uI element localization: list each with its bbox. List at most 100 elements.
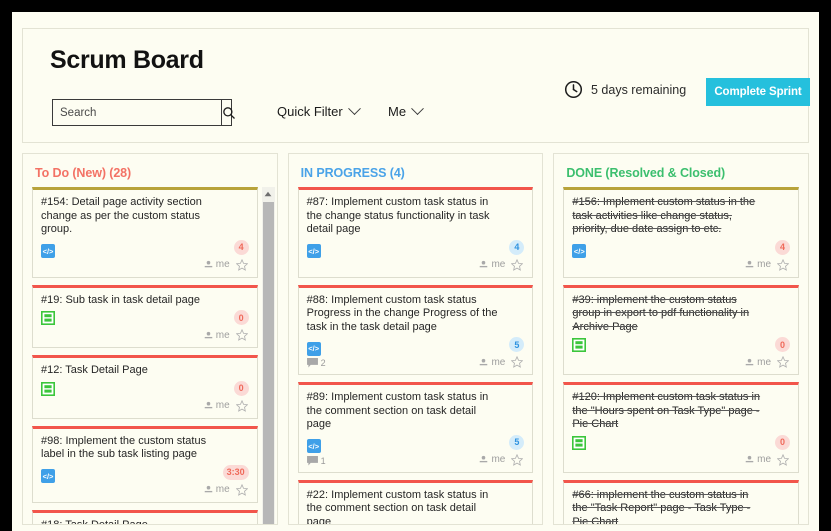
star-icon[interactable]	[235, 483, 248, 496]
subtask-icon	[572, 338, 587, 352]
task-points-badge: 0	[775, 337, 791, 352]
code-task-icon: </>	[306, 341, 321, 356]
assignee[interactable]: me	[204, 330, 230, 341]
star-icon[interactable]	[235, 258, 248, 271]
subtask-icon	[572, 435, 587, 450]
assignee-name: me	[215, 484, 230, 495]
task-card-footer-right: me	[745, 453, 790, 466]
task-points-badge: 0	[233, 380, 249, 396]
task-card-title: #39: implement the custom status group i…	[572, 293, 750, 333]
column-scrollbar[interactable]	[261, 187, 275, 524]
task-card[interactable]: #88: Implement custom task status Progre…	[297, 284, 534, 375]
column-title: IN PROGRESS (4)	[300, 166, 405, 180]
task-card-title: #98: Implement the custom status label i…	[41, 434, 207, 461]
assignee[interactable]: me	[745, 357, 771, 368]
task-card-footer-right: me	[479, 453, 524, 466]
task-card-meta: </> 4	[306, 239, 525, 259]
star-icon[interactable]	[777, 258, 790, 271]
board-column-inprogress: IN PROGRESS (4) #87: Implement custom tas…	[287, 153, 544, 525]
task-card-title: #19: Sub task in task detail page	[41, 293, 200, 306]
assignee[interactable]: me	[479, 454, 505, 465]
task-card-footer-right: me	[479, 258, 524, 271]
me-filter-label: Me	[388, 104, 407, 119]
quick-filter-dropdown[interactable]: Quick Filter	[277, 102, 361, 119]
task-card-meta: </> 4	[41, 239, 249, 259]
assignee[interactable]: me	[479, 357, 505, 368]
comment-count: 1	[320, 455, 326, 466]
task-card[interactable]: #98: Implement the custom status label i…	[32, 425, 258, 503]
task-card[interactable]: #87: Implement custom task status in the…	[297, 187, 534, 278]
task-card[interactable]: #154: Detail page activity section chang…	[32, 187, 258, 278]
search-input[interactable]	[53, 100, 221, 125]
task-points-badge: 5	[509, 434, 525, 450]
search-icon	[223, 106, 235, 119]
task-card[interactable]: #18: Task Detail Page0me	[32, 509, 258, 525]
star-icon[interactable]	[511, 258, 524, 271]
task-card[interactable]: #12: Task Detail Page 0 me	[32, 355, 258, 419]
task-card-footer-right: me	[745, 356, 790, 368]
column-card-list: #154: Detail page activity section chang…	[23, 187, 277, 524]
task-card-footer: me	[572, 258, 790, 274]
task-card-meta: 0	[41, 380, 249, 399]
task-card-meta: </> 5	[306, 337, 525, 356]
task-card-title: #18: Task Detail Page	[41, 519, 249, 525]
task-card[interactable]: #39: implement the custom status group i…	[563, 284, 800, 375]
board-column-todo: To Do (New) (28) #154: Detail page activi…	[22, 153, 278, 525]
task-card[interactable]: #19: Sub task in task detail page 0 me	[32, 284, 258, 348]
task-card[interactable]: #22: Implement custom task status in the…	[297, 479, 534, 524]
column-card-list: #87: Implement custom task status in the…	[289, 187, 543, 524]
task-card-meta: 0	[572, 337, 791, 355]
star-icon[interactable]	[777, 356, 790, 368]
assignee-name: me	[215, 400, 230, 411]
assignee[interactable]: me	[479, 259, 505, 270]
complete-sprint-button[interactable]: Complete Sprint	[706, 78, 810, 106]
user-icon	[480, 358, 488, 365]
comment-count-group: 1	[306, 455, 326, 466]
task-card-footer: 2 me	[306, 355, 525, 371]
assignee[interactable]: me	[204, 484, 230, 495]
assignee-name: me	[491, 454, 506, 465]
star-icon[interactable]	[777, 453, 790, 466]
code-task-icon: </>	[572, 244, 587, 259]
subtask-icon	[41, 381, 55, 396]
assignee-name: me	[215, 259, 230, 270]
assignee[interactable]: me	[204, 259, 230, 270]
star-icon[interactable]	[235, 329, 248, 341]
star-icon[interactable]	[511, 453, 524, 466]
task-card-footer: me	[41, 483, 249, 499]
board-columns: To Do (New) (28) #154: Detail page activi…	[22, 153, 810, 525]
task-points-badge: 4	[233, 239, 249, 255]
scroll-up-arrow-icon[interactable]	[262, 187, 275, 200]
assignee[interactable]: me	[745, 259, 771, 270]
task-card[interactable]: #156: Implement custom status in the tas…	[563, 187, 800, 278]
user-icon	[204, 331, 213, 338]
task-card[interactable]: #120: Implement custom task status in th…	[563, 382, 800, 473]
task-card-footer: 1 me	[306, 453, 525, 469]
task-card-title: #154: Detail page activity section chang…	[41, 196, 202, 235]
task-card-footer: me	[41, 328, 249, 344]
star-icon[interactable]	[235, 399, 248, 412]
scrollbar-thumb[interactable]	[262, 202, 274, 524]
comment-icon	[306, 358, 318, 368]
sprint-timer: 5 days remaining	[564, 80, 686, 99]
task-card-footer-right: me	[479, 356, 524, 368]
search-button[interactable]	[221, 100, 236, 125]
task-points-badge: 4	[509, 239, 525, 255]
task-card[interactable]: #66: implement the custom status in the …	[563, 479, 800, 524]
user-icon	[745, 358, 754, 365]
user-icon	[480, 455, 488, 463]
task-points-badge: 3:30	[222, 464, 249, 480]
task-card-meta: 0	[41, 310, 249, 328]
chevron-down-icon	[347, 102, 361, 116]
task-card-meta: </> 5	[306, 434, 525, 454]
task-points-badge: 4	[775, 239, 791, 255]
chevron-down-icon	[411, 102, 424, 116]
assignee-name: me	[215, 329, 230, 341]
board-header: Scrum Board Quick Filter Me	[22, 28, 810, 143]
task-card[interactable]: #89: Implement custom task status in the…	[297, 382, 534, 473]
code-task-icon: </>	[41, 244, 55, 259]
assignee[interactable]: me	[204, 400, 230, 411]
assignee[interactable]: me	[745, 454, 771, 465]
star-icon[interactable]	[511, 356, 524, 368]
me-filter-dropdown[interactable]: Me	[388, 102, 424, 119]
